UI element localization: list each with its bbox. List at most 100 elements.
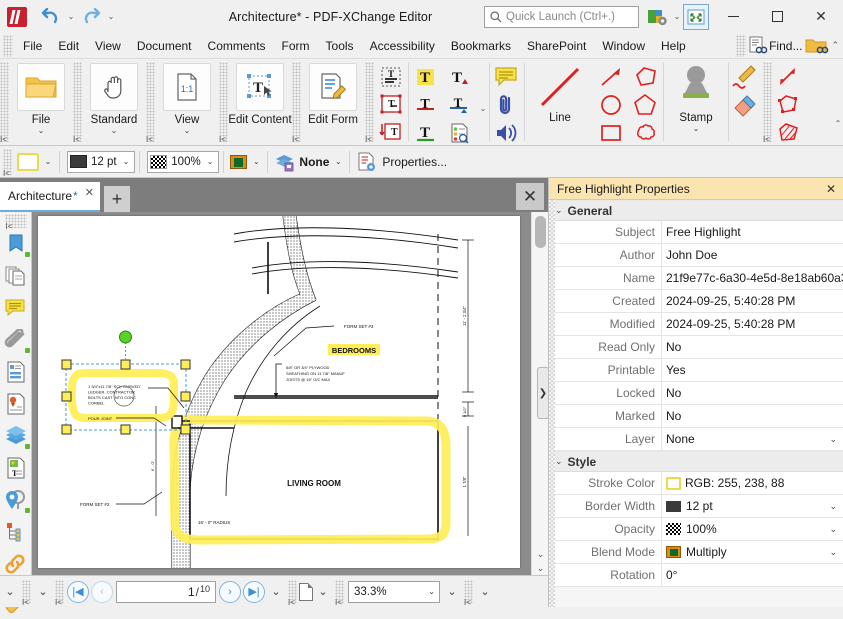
fullscreen-button[interactable] bbox=[683, 3, 709, 30]
redo-dropdown-caret[interactable]: ⌄ bbox=[105, 4, 117, 30]
perimeter-icon[interactable] bbox=[773, 92, 805, 119]
layer-caret[interactable]: ⌄ bbox=[331, 157, 345, 166]
pencil-icon[interactable] bbox=[730, 64, 762, 91]
form-tools-gripper[interactable] bbox=[365, 62, 374, 144]
maximize-button[interactable] bbox=[755, 0, 799, 33]
sidebar-item-signatures[interactable] bbox=[0, 388, 32, 420]
editform-group-gripper[interactable] bbox=[292, 62, 301, 144]
highlight-text-icon[interactable]: T bbox=[410, 64, 442, 91]
ribbon-caret-standard[interactable]: ⌄ bbox=[111, 126, 118, 135]
statusbar-gripper-4[interactable] bbox=[335, 579, 344, 607]
area-icon[interactable] bbox=[773, 120, 805, 147]
ribbon-caret-file[interactable]: ⌄ bbox=[38, 126, 45, 135]
menu-document[interactable]: Document bbox=[129, 34, 200, 58]
ribbon-group-standard[interactable]: Standard ⌄ bbox=[82, 59, 146, 145]
statusbar-overflow-3[interactable]: ⌄ bbox=[313, 585, 333, 598]
underline-icon[interactable]: T bbox=[410, 120, 442, 147]
sidebar-item-layers[interactable] bbox=[0, 420, 32, 452]
value-printable[interactable]: Yes bbox=[661, 358, 843, 382]
search-folder-icon[interactable] bbox=[805, 36, 829, 56]
menu-gripper[interactable] bbox=[3, 34, 13, 57]
opacity-caret[interactable]: ⌄ bbox=[207, 157, 217, 166]
polygon-icon[interactable] bbox=[630, 64, 662, 91]
statusbar-gripper-3[interactable] bbox=[288, 579, 297, 607]
section-style[interactable]: ⌄ Style bbox=[549, 451, 843, 472]
row-printable[interactable]: Printable Yes bbox=[549, 358, 843, 382]
value-author[interactable]: John Doe bbox=[661, 243, 843, 267]
ribbon-group-stamp[interactable]: Stamp ⌄ bbox=[664, 59, 728, 145]
row-modified[interactable]: Modified 2024-09-25, 5:40:28 PM bbox=[549, 312, 843, 336]
review-doc-icon[interactable] bbox=[444, 120, 476, 147]
blend-mode-button[interactable] bbox=[228, 151, 249, 173]
measure-tools-gripper[interactable] bbox=[763, 62, 772, 144]
chevron-down-icon[interactable]: ⌄ bbox=[555, 456, 563, 467]
text-box-icon[interactable]: T bbox=[375, 92, 407, 119]
value-marked[interactable]: No bbox=[661, 404, 843, 428]
pdf-page[interactable]: BEDROOMS 5/8" OR 3/4" PLYWOOD SHEATHING … bbox=[38, 216, 520, 568]
sidebar-item-fields[interactable] bbox=[0, 356, 32, 388]
attachment-icon[interactable] bbox=[491, 92, 523, 119]
redo-button[interactable] bbox=[78, 4, 104, 30]
strikeout-icon[interactable]: T bbox=[410, 92, 442, 119]
sticky-note-icon[interactable] bbox=[491, 64, 523, 91]
statusbar-overflow-5[interactable]: ⌄ bbox=[475, 585, 495, 598]
navpane-gripper[interactable] bbox=[4, 214, 27, 231]
last-page-button[interactable]: ▶| bbox=[243, 580, 265, 603]
panel-collapse-handle[interactable]: ❯ bbox=[537, 367, 548, 419]
ribbon-group-line[interactable]: Line bbox=[525, 59, 595, 124]
scrollbar-thumb[interactable] bbox=[535, 216, 546, 248]
minimize-button[interactable] bbox=[711, 0, 755, 33]
border-width-combo[interactable]: 12 pt ⌄ bbox=[67, 150, 136, 173]
cloud-icon[interactable] bbox=[630, 120, 662, 147]
ribbon-group-edit-form[interactable]: Edit Form bbox=[301, 59, 365, 145]
find-text-icon[interactable] bbox=[748, 36, 768, 56]
border-width-caret[interactable]: ⌄ bbox=[123, 157, 133, 166]
find-toolbar-gripper[interactable] bbox=[736, 34, 747, 57]
row-marked[interactable]: Marked No bbox=[549, 404, 843, 428]
scroll-down-arrow[interactable]: ⌄ bbox=[532, 547, 548, 561]
ribbon-group-file[interactable]: File ⌄ bbox=[9, 59, 73, 145]
rectangle-icon[interactable] bbox=[596, 120, 628, 147]
ribbon-group-view[interactable]: 1:1 View ⌄ bbox=[155, 59, 219, 145]
menu-form[interactable]: Form bbox=[274, 34, 318, 58]
sidebar-item-comments[interactable] bbox=[0, 292, 32, 324]
scroll-end-arrow[interactable]: ⌄ bbox=[532, 561, 548, 575]
value-blend-mode[interactable]: Multiply ⌄ bbox=[661, 540, 843, 564]
page-number-input[interactable]: 1 / 10 bbox=[116, 580, 216, 603]
text-tools-more-caret[interactable]: ⌄ bbox=[477, 59, 489, 139]
statusbar-overflow-4[interactable]: ⌄ bbox=[442, 585, 462, 598]
row-subject[interactable]: Subject Free Highlight bbox=[549, 220, 843, 244]
row-locked[interactable]: Locked No bbox=[549, 381, 843, 405]
opacity-combo[interactable]: 100% ⌄ bbox=[147, 150, 220, 173]
sidebar-item-bookmarks[interactable] bbox=[0, 228, 32, 260]
row-layer[interactable]: Layer None ⌄ bbox=[549, 427, 843, 451]
sound-icon[interactable] bbox=[491, 120, 523, 147]
statusbar-overflow-1[interactable]: ⌄ bbox=[33, 585, 53, 598]
zoom-level-combo[interactable]: 33.3% ⌄ bbox=[348, 580, 440, 603]
value-border-width[interactable]: 12 pt ⌄ bbox=[661, 494, 843, 518]
sidebar-item-structure[interactable] bbox=[0, 516, 32, 548]
menu-bookmarks[interactable]: Bookmarks bbox=[443, 34, 519, 58]
row-stroke-color[interactable]: Stroke Color RGB: 255, 238, 88 bbox=[549, 471, 843, 495]
menu-accessibility[interactable]: Accessibility bbox=[362, 34, 443, 58]
editcontent-group-gripper[interactable] bbox=[219, 62, 228, 144]
ribbon-collapse-caret[interactable]: ⌃ bbox=[831, 40, 839, 51]
new-tab-button[interactable]: + bbox=[104, 186, 130, 212]
ribbon-caret-view[interactable]: ⌄ bbox=[184, 126, 191, 135]
row-author[interactable]: Author John Doe bbox=[549, 243, 843, 267]
sidebar-item-destinations[interactable] bbox=[0, 484, 32, 516]
layer-dropdown-caret[interactable]: ⌄ bbox=[829, 434, 843, 445]
undo-dropdown-caret[interactable]: ⌄ bbox=[65, 4, 77, 30]
blend-mode-caret[interactable]: ⌄ bbox=[249, 157, 263, 166]
sidebar-item-thumbnails[interactable] bbox=[0, 260, 32, 292]
properties-button[interactable]: Properties... bbox=[354, 151, 449, 173]
row-border-width[interactable]: Border Width 12 pt ⌄ bbox=[549, 494, 843, 518]
file-group-gripper[interactable] bbox=[0, 62, 9, 144]
close-document-button[interactable]: ✕ bbox=[516, 183, 544, 210]
statusbar-expand-left[interactable]: ⌄ bbox=[0, 585, 20, 598]
undo-button[interactable] bbox=[38, 4, 64, 30]
pentagon-icon[interactable] bbox=[630, 92, 662, 119]
row-created[interactable]: Created 2024-09-25, 5:40:28 PM bbox=[549, 289, 843, 313]
eraser-icon[interactable] bbox=[730, 92, 762, 119]
value-name[interactable]: 21f9e77c-6a30-4e5d-8e18ab60a3.. bbox=[661, 266, 843, 290]
